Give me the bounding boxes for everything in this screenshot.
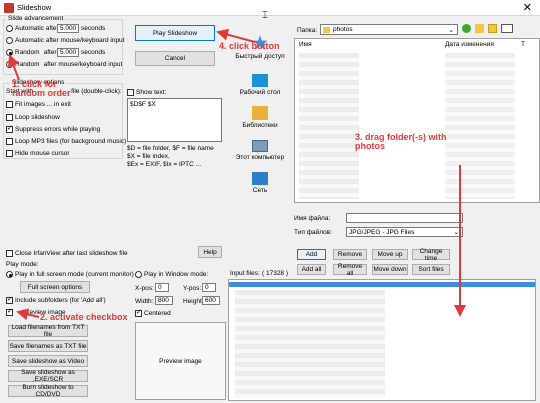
annotation-overlay	[7, 28, 466, 321]
annotation-step-2: 2. activate checkbox	[40, 312, 128, 322]
mouse-cursor-icon: ⌶	[262, 10, 268, 21]
annotation-step-4: 4. click button	[219, 41, 280, 51]
annotation-step-3: 3. drag folder(-s) with photos	[355, 132, 447, 152]
annotation-arrow-1	[7, 54, 20, 81]
annotation-arrow-2	[16, 308, 40, 321]
annotation-step-1: 1. click for random order	[12, 79, 71, 99]
